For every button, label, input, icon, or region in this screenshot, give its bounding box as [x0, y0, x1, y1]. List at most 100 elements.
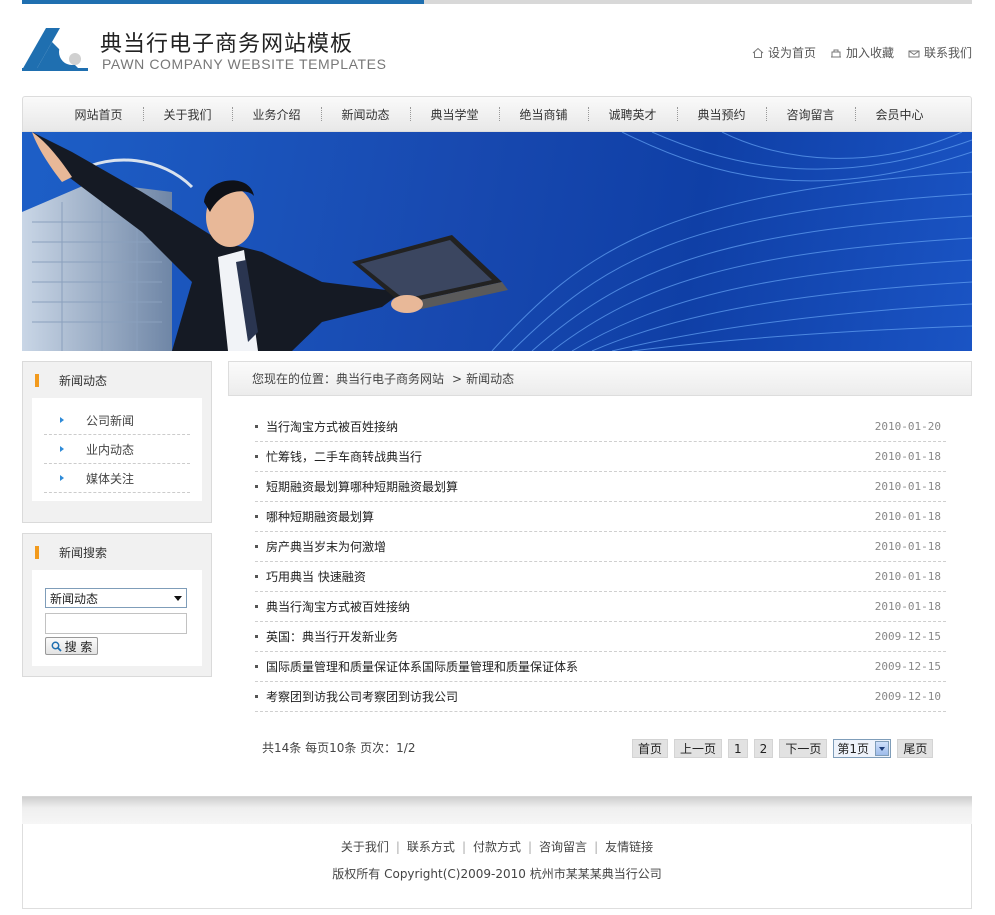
site-footer: 关于我们 | 联系方式 | 付款方式 | 咨询留言 | 友情链接 版权所有 Copyright(…: [22, 824, 972, 909]
news-date: 2010-01-18: [874, 450, 941, 463]
bullet-icon: [255, 425, 258, 428]
search-button-label: 搜 索: [64, 639, 93, 654]
news-title: 巧用典当 快速融资: [266, 570, 366, 584]
nav-item-consult[interactable]: 咨询留言: [766, 106, 855, 123]
search-button[interactable]: 搜 索: [45, 637, 98, 655]
bullet-icon: [255, 485, 258, 488]
page-number-2[interactable]: 2: [753, 739, 774, 758]
sidebar-item-industry-news[interactable]: 业内动态: [44, 435, 190, 464]
sidebar-item-label: 公司新闻: [86, 413, 135, 428]
news-title-link[interactable]: 国际质量管理和质量保证体系国际质量管理和质量保证体系: [255, 658, 578, 675]
footer-separator: |: [461, 840, 466, 854]
bullet-icon: [255, 575, 258, 578]
breadcrumb-prefix[interactable]: 您现在的位置：典当行电子商务网站: [252, 370, 444, 387]
nav-item-jobs[interactable]: 诚聘英才: [588, 106, 677, 123]
search-input[interactable]: [45, 613, 187, 634]
nav-item-booking[interactable]: 典当预约: [677, 106, 766, 123]
news-date: 2010-01-18: [874, 540, 941, 553]
news-date: 2009-12-15: [874, 660, 941, 673]
news-title: 国际质量管理和质量保证体系国际质量管理和质量保证体系: [266, 660, 579, 674]
news-title-link[interactable]: 典当行淘宝方式被百姓接纳: [255, 598, 410, 615]
breadcrumb-separator: >: [452, 371, 463, 386]
sidebar-news-box: 新闻动态 公司新闻 业内动态 媒体关注: [22, 361, 212, 523]
news-row: 巧用典当 快速融资 2010-01-18: [255, 562, 946, 592]
quick-link-set-home[interactable]: 设为首页: [752, 44, 816, 61]
search-icon: [51, 641, 62, 652]
page-first-button[interactable]: 首页: [632, 739, 669, 758]
news-title-link[interactable]: 考察团到访我公司考察团到访我公司: [255, 688, 458, 705]
news-title-link[interactable]: 房产典当岁末为何激增: [255, 538, 386, 555]
sidebar-item-label: 媒体关注: [86, 471, 135, 486]
news-row: 典当行淘宝方式被百姓接纳 2010-01-18: [255, 592, 946, 622]
news-row: 忙筹钱，二手车商转战典当行 2010-01-18: [255, 442, 946, 472]
sidebar-search-box: 新闻搜索 新闻动态 搜 索: [22, 533, 212, 677]
news-title: 短期融资最划算哪种短期融资最划算: [266, 480, 459, 494]
pagination: 首页 上一页 1 2 下一页 第1页 尾页: [632, 739, 934, 758]
footer-link-contact[interactable]: 联系方式: [407, 840, 455, 854]
nav-item-business[interactable]: 业务介绍: [232, 106, 321, 123]
news-row: 国际质量管理和质量保证体系国际质量管理和质量保证体系 2009-12-15: [255, 652, 946, 682]
footer-link-consult[interactable]: 咨询留言: [539, 840, 587, 854]
sidebar-item-label: 业内动态: [86, 442, 135, 457]
sidebar-item-company-news[interactable]: 公司新闻: [44, 406, 190, 435]
footer-link-payment[interactable]: 付款方式: [473, 840, 521, 854]
sidebar-news-header: 新闻动态: [23, 362, 211, 398]
top-accent-bar-highlight: [22, 0, 424, 4]
search-category-value: 新闻动态: [50, 591, 99, 606]
logo-title-en: PAWN COMPANY WEBSITE TEMPLATES: [102, 56, 387, 72]
sidebar-search-header: 新闻搜索: [23, 534, 211, 570]
nav-item-shop[interactable]: 绝当商铺: [499, 106, 588, 123]
footer-separator: |: [528, 840, 533, 854]
sidebar-item-media[interactable]: 媒体关注: [44, 464, 190, 493]
footer-divider: [22, 796, 972, 824]
news-row: 短期融资最划算哪种短期融资最划算 2010-01-18: [255, 472, 946, 502]
site-logo[interactable]: 典当行电子商务网站模板 PAWN COMPANY WEBSITE TEMPLAT…: [22, 26, 402, 74]
news-date: 2009-12-15: [874, 630, 941, 643]
page-jump-select[interactable]: 第1页: [833, 739, 892, 758]
nav-item-members[interactable]: 会员中心: [855, 106, 944, 123]
bullet-icon: [255, 545, 258, 548]
bullet-icon: [255, 695, 258, 698]
bullet-icon: [255, 605, 258, 608]
page-next-button[interactable]: 下一页: [779, 739, 828, 758]
footer-link-about[interactable]: 关于我们: [341, 840, 389, 854]
news-title: 当行淘宝方式被百姓接纳: [266, 420, 399, 434]
news-date: 2009-12-10: [874, 690, 941, 703]
news-date: 2010-01-18: [874, 510, 941, 523]
quick-link-contact[interactable]: 联系我们: [908, 44, 972, 61]
top-accent-bar: [22, 0, 972, 4]
arrow-right-icon: [60, 475, 64, 481]
nav-item-home[interactable]: 网站首页: [54, 106, 143, 123]
page-last-button[interactable]: 尾页: [897, 739, 934, 758]
news-title-link[interactable]: 忙筹钱，二手车商转战典当行: [255, 448, 422, 465]
footer-link-friends[interactable]: 友情链接: [605, 840, 653, 854]
news-title-link[interactable]: 当行淘宝方式被百姓接纳: [255, 418, 398, 435]
news-title-link[interactable]: 英国：典当行开发新业务: [255, 628, 398, 645]
quick-link-label: 加入收藏: [845, 46, 894, 60]
news-date: 2010-01-20: [874, 420, 941, 433]
arrow-right-icon: [60, 446, 64, 452]
search-category-select[interactable]: 新闻动态: [45, 588, 187, 608]
bullet-icon: [255, 635, 258, 638]
news-row: 当行淘宝方式被百姓接纳 2010-01-20: [255, 412, 946, 442]
breadcrumb: 您现在的位置：典当行电子商务网站 > 新闻动态: [228, 361, 972, 396]
nav-item-about[interactable]: 关于我们: [143, 106, 232, 123]
news-title-link[interactable]: 巧用典当 快速融资: [255, 568, 366, 585]
chevron-down-icon: [174, 595, 182, 601]
contact-icon: [908, 50, 920, 57]
news-title-link[interactable]: 哪种短期融资最划算: [255, 508, 374, 525]
pagination-info: 共14条 每页10条 页次：1/2: [262, 741, 416, 755]
page-prev-button[interactable]: 上一页: [674, 739, 723, 758]
news-title: 哪种短期融资最划算: [266, 510, 375, 524]
news-row: 英国：典当行开发新业务 2009-12-15: [255, 622, 946, 652]
nav-item-news[interactable]: 新闻动态: [321, 106, 410, 123]
news-title-link[interactable]: 短期融资最划算哪种短期融资最划算: [255, 478, 458, 495]
quick-link-favorite[interactable]: 加入收藏: [830, 44, 894, 61]
news-date: 2010-01-18: [874, 570, 941, 583]
nav-item-academy[interactable]: 典当学堂: [410, 106, 499, 123]
sidebar-news-title: 新闻动态: [59, 373, 108, 388]
page-number-1[interactable]: 1: [728, 739, 748, 758]
sidebar-search-title: 新闻搜索: [59, 545, 108, 560]
logo-mark-icon: [22, 28, 88, 71]
home-icon: [752, 47, 764, 58]
